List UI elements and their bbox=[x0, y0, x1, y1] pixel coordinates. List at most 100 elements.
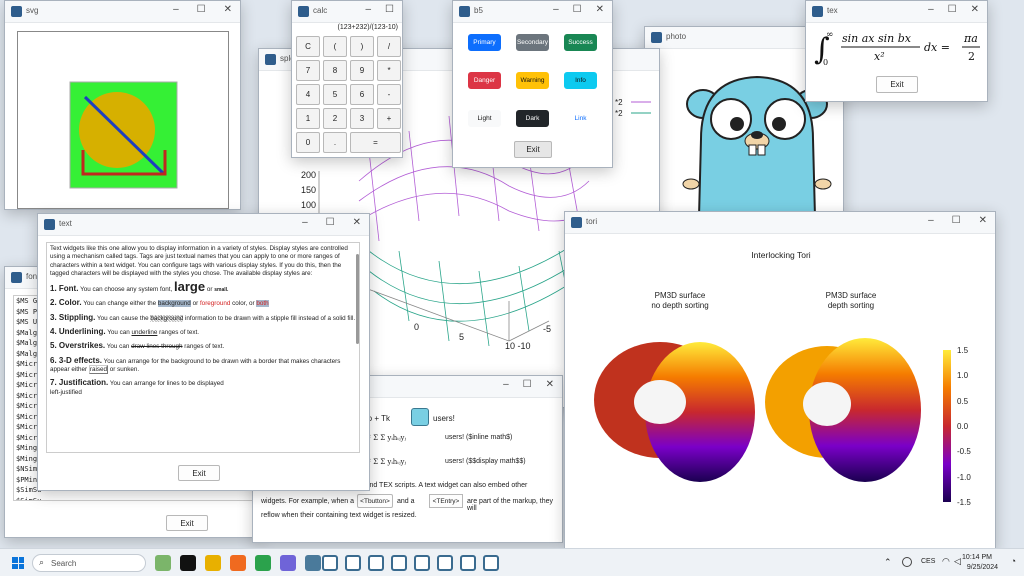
b5-warning-button[interactable]: Warning bbox=[516, 72, 549, 89]
photos-icon[interactable] bbox=[305, 555, 321, 571]
widget-icon[interactable] bbox=[155, 555, 171, 571]
tori-window: tori – ☐ ✕ Interlocking Tori PM3D surface n… bbox=[564, 211, 996, 550]
scrollbar[interactable] bbox=[356, 254, 359, 344]
b5-exit-button[interactable]: Exit bbox=[514, 141, 552, 158]
window-controls[interactable]: – ☐ ✕ bbox=[928, 215, 991, 226]
clock-date[interactable]: 9/25/2024 bbox=[967, 564, 998, 571]
titlebar[interactable]: calc – ☐ bbox=[292, 1, 402, 23]
embedded-tbutton[interactable]: <Tbutton> bbox=[357, 494, 393, 508]
calc-key-button[interactable]: 2 bbox=[323, 108, 347, 129]
clock-time[interactable]: 10:14 PM bbox=[962, 554, 992, 561]
calc-key-button[interactable]: 9 bbox=[350, 60, 374, 81]
svg-text:∞: ∞ bbox=[826, 30, 834, 40]
calc-key-button[interactable]: 7 bbox=[296, 60, 320, 81]
tk-app-icon[interactable] bbox=[414, 555, 430, 571]
titlebar[interactable]: svg – ☐ ✕ bbox=[5, 1, 240, 23]
tk-app-icon[interactable] bbox=[322, 555, 338, 571]
firefox-icon[interactable] bbox=[230, 555, 246, 571]
calc-key-button[interactable]: ( bbox=[323, 36, 347, 57]
close-icon[interactable]: ✕ bbox=[979, 215, 987, 226]
calc-key-button[interactable]: 4 bbox=[296, 84, 320, 105]
tk-app-icon[interactable] bbox=[345, 555, 361, 571]
minimize-icon[interactable]: – bbox=[928, 4, 934, 15]
maximize-icon[interactable]: ☐ bbox=[573, 4, 582, 15]
close-icon[interactable]: ✕ bbox=[596, 4, 604, 15]
start-button[interactable] bbox=[12, 557, 24, 569]
calc-key-button[interactable]: + bbox=[377, 108, 401, 129]
tk-app-icon[interactable] bbox=[391, 555, 407, 571]
tex-exit-button[interactable]: Exit bbox=[876, 76, 918, 93]
b5-success-button[interactable]: Success bbox=[564, 34, 597, 51]
notification-icon[interactable]: ◔ bbox=[1011, 556, 1016, 566]
search-box[interactable]: ⌕ Search bbox=[32, 554, 146, 572]
calc-key-button[interactable]: 1 bbox=[296, 108, 320, 129]
calc-key-button[interactable]: . bbox=[323, 132, 347, 153]
window-controls[interactable]: – ☐ ✕ bbox=[553, 4, 608, 15]
b5-secondary-button[interactable]: Secondary bbox=[516, 34, 549, 51]
window-controls[interactable]: – ☐ bbox=[365, 4, 398, 15]
section-overstrike: 5. Overstrikes. You can draw lines throu… bbox=[50, 341, 225, 351]
chrome-icon[interactable] bbox=[255, 555, 271, 571]
close-icon[interactable]: ✕ bbox=[971, 4, 979, 15]
titlebar[interactable]: tori – ☐ ✕ bbox=[565, 212, 995, 234]
text-exit-button[interactable]: Exit bbox=[178, 465, 220, 481]
minimize-icon[interactable]: – bbox=[365, 4, 371, 15]
wifi-icon[interactable]: ◠ bbox=[942, 556, 950, 567]
calc-key-button[interactable]: 6 bbox=[350, 84, 374, 105]
calc-key-button[interactable]: * bbox=[377, 60, 401, 81]
titlebar[interactable]: tex – ☐ ✕ bbox=[806, 1, 987, 23]
maximize-icon[interactable]: ☐ bbox=[197, 4, 206, 15]
font-list-item[interactable]: $SimSu bbox=[16, 496, 258, 501]
minimize-icon[interactable]: – bbox=[302, 217, 308, 228]
calc-key-button[interactable]: 0 bbox=[296, 132, 320, 153]
calc-key-button[interactable]: 5 bbox=[323, 84, 347, 105]
calc-key-button[interactable]: ) bbox=[350, 36, 374, 57]
maximize-icon[interactable]: ☐ bbox=[326, 217, 335, 228]
calc-key-button[interactable]: - bbox=[377, 84, 401, 105]
plot-label: PM3D surface bbox=[825, 291, 877, 300]
window-controls[interactable]: – ☐ ✕ bbox=[503, 379, 558, 390]
tk-app-icon[interactable] bbox=[437, 555, 453, 571]
titlebar[interactable]: b5 – ☐ ✕ bbox=[453, 1, 612, 23]
chevron-up-icon[interactable]: ⌃ bbox=[884, 557, 892, 568]
maximize-icon[interactable]: ☐ bbox=[952, 215, 961, 226]
maximize-icon[interactable]: ☐ bbox=[385, 4, 394, 15]
tk-app-icon[interactable] bbox=[483, 555, 499, 571]
window-controls[interactable]: – ☐ ✕ bbox=[173, 4, 236, 15]
volume-icon[interactable]: ◁ bbox=[954, 556, 961, 567]
text-widget[interactable]: Text widgets like this one allow you to … bbox=[46, 242, 360, 453]
font-exit-button[interactable]: Exit bbox=[166, 515, 208, 531]
tk-app-icon[interactable] bbox=[368, 555, 384, 571]
minimize-icon[interactable]: – bbox=[928, 215, 934, 226]
file-explorer-icon[interactable] bbox=[205, 555, 221, 571]
calc-key-button[interactable]: = bbox=[350, 132, 401, 153]
titlebar[interactable]: text – ☐ ✕ bbox=[38, 214, 369, 236]
b5-link-button[interactable]: Link bbox=[564, 110, 597, 127]
calc-key-button[interactable]: / bbox=[377, 36, 401, 57]
tray-app-icon[interactable] bbox=[902, 557, 912, 567]
close-icon[interactable]: ✕ bbox=[224, 4, 232, 15]
language-indicator[interactable]: CES bbox=[921, 558, 935, 565]
window-controls[interactable]: – ☐ ✕ bbox=[302, 217, 365, 228]
maximize-icon[interactable]: ☐ bbox=[948, 4, 957, 15]
b5-info-button[interactable]: Info bbox=[564, 72, 597, 89]
b5-dark-button[interactable]: Dark bbox=[516, 110, 549, 127]
calc-key-button[interactable]: C bbox=[296, 36, 320, 57]
window-controls[interactable]: – ☐ ✕ bbox=[928, 4, 983, 15]
close-icon[interactable]: ✕ bbox=[353, 217, 361, 228]
svg-window: svg – ☐ ✕ bbox=[4, 0, 241, 210]
b5-primary-button[interactable]: Primary bbox=[468, 34, 501, 51]
minimize-icon[interactable]: – bbox=[173, 4, 179, 15]
calc-key-button[interactable]: 8 bbox=[323, 60, 347, 81]
b5-danger-button[interactable]: Danger bbox=[468, 72, 501, 89]
tk-app-icon[interactable] bbox=[460, 555, 476, 571]
maximize-icon[interactable]: ☐ bbox=[523, 379, 532, 390]
calc-key-button[interactable]: 3 bbox=[350, 108, 374, 129]
close-icon[interactable]: ✕ bbox=[546, 379, 554, 390]
app-icon[interactable] bbox=[280, 555, 296, 571]
minimize-icon[interactable]: – bbox=[503, 379, 509, 390]
minimize-icon[interactable]: – bbox=[553, 4, 559, 15]
embedded-tentry[interactable]: <TEntry> bbox=[429, 494, 463, 508]
task-view-icon[interactable] bbox=[180, 555, 196, 571]
b5-light-button[interactable]: Light bbox=[468, 110, 501, 127]
